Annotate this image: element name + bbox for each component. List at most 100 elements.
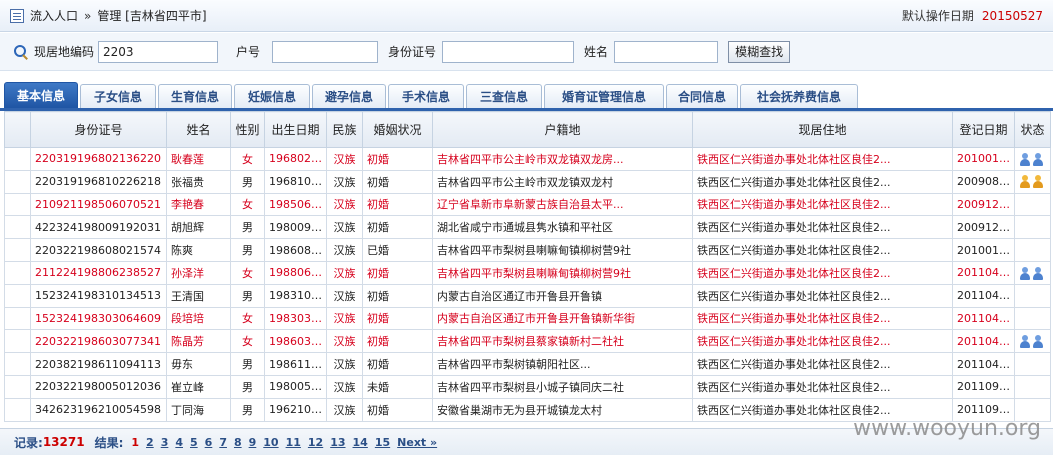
row-select-cell[interactable]: [4, 306, 31, 331]
page-link[interactable]: 13: [330, 436, 345, 449]
header-hukou[interactable]: 户籍地: [432, 111, 693, 148]
table-row[interactable]: 422324198009192031 胡旭辉男 19800919 汉族 初婚 湖北省咸宁市…: [4, 215, 1051, 240]
row-select-cell[interactable]: [4, 238, 31, 262]
household-number-input[interactable]: [272, 40, 379, 63]
id-number-input[interactable]: [442, 40, 575, 63]
table-row[interactable]: 152324198303064609 段培培女 19830306 汉族 初婚 内蒙古自治区…: [4, 306, 1051, 331]
user-status-icon[interactable]: [1019, 175, 1031, 189]
row-select-cell[interactable]: [4, 329, 31, 354]
cell-name: 崔立峰: [166, 374, 231, 399]
cell-hukou: 内蒙古自治区通辽市开鲁县开鲁镇: [432, 283, 693, 308]
user-status-icon[interactable]: [1019, 152, 1031, 166]
cell-ethnicity: 汉族: [326, 397, 363, 422]
page-link[interactable]: 2: [146, 436, 154, 449]
table-row[interactable]: 210921198506070521 李艳春女 19850607 汉族 初婚 辽宁省阜新市…: [4, 192, 1051, 217]
header-name[interactable]: 姓名: [166, 111, 231, 148]
cell-name: 毋东: [166, 352, 231, 376]
table-row[interactable]: 152324198310134513 王清国男 19831013 汉族 初婚 内蒙古自治区…: [4, 283, 1051, 308]
page-link[interactable]: 8: [234, 436, 242, 449]
table-row[interactable]: 220322198608021574 陈爽男 19860802 汉族 已婚 吉林省四平市梨…: [4, 238, 1051, 262]
row-select-cell[interactable]: [4, 192, 31, 217]
cell-birth-date: 19680213: [264, 147, 327, 171]
row-select-cell[interactable]: [4, 147, 31, 171]
user-status-icon[interactable]: [1019, 335, 1031, 349]
row-select-cell[interactable]: [4, 374, 31, 399]
document-icon: [10, 8, 24, 23]
cell-ethnicity: 汉族: [326, 374, 363, 399]
page-link[interactable]: 7: [219, 436, 227, 449]
user-status-icon[interactable]: [1019, 266, 1031, 280]
user-status-icon[interactable]: [1032, 152, 1044, 166]
header-gender[interactable]: 性别: [230, 111, 265, 148]
cell-gender: 男: [230, 238, 265, 262]
row-select-cell[interactable]: [4, 169, 31, 194]
table-row[interactable]: 220319196802136220 耿春莲女 19680213 汉族 初婚 吉林省四平市…: [4, 147, 1051, 171]
page-link[interactable]: 9: [249, 436, 257, 449]
header-register-date[interactable]: 登记日期: [952, 111, 1015, 148]
page-link[interactable]: 1: [131, 436, 139, 449]
cell-marital-status: 初婚: [362, 306, 433, 331]
cell-residence: 铁西区仁兴街道办事处北体社区良佳2...: [692, 283, 953, 308]
row-select-cell[interactable]: [4, 352, 31, 376]
cell-name: 段培培: [166, 306, 231, 331]
header-marital-status[interactable]: 婚姻状况: [362, 111, 433, 148]
tab-contract-info[interactable]: 合同信息: [666, 84, 738, 108]
cell-birth-date: 19850607: [264, 192, 327, 217]
header-id-number[interactable]: 身份证号: [30, 111, 167, 148]
cell-id-number: 152324198310134513: [30, 283, 167, 308]
page-link[interactable]: 5: [190, 436, 198, 449]
default-date-label: 默认操作日期: [901, 9, 974, 23]
row-select-cell[interactable]: [4, 215, 31, 240]
table-row[interactable]: 220322198603077341 陈晶芳女 19860307 汉族 初婚 吉林省四平市…: [4, 329, 1051, 354]
tab-marriage-cert-info[interactable]: 婚育证管理信息: [544, 84, 664, 108]
header-birth-date[interactable]: 出生日期: [264, 111, 327, 148]
page-link[interactable]: 3: [161, 436, 169, 449]
cell-ethnicity: 汉族: [326, 283, 363, 308]
search-icon: [14, 44, 28, 59]
cell-name: 陈爽: [166, 238, 231, 262]
table-row[interactable]: 220319196810226218 张福贵男 19681022 汉族 初婚 吉林省四平市…: [4, 169, 1051, 194]
cell-id-number: 342623196210054598: [30, 397, 167, 422]
tab-children-info[interactable]: 子女信息: [80, 84, 156, 108]
cell-gender: 男: [230, 397, 265, 422]
page-link[interactable]: 10: [263, 436, 278, 449]
tab-check-info[interactable]: 三查信息: [466, 84, 542, 108]
page-link[interactable]: 15: [375, 436, 390, 449]
tab-basic-info[interactable]: 基本信息: [4, 82, 78, 108]
table-row[interactable]: 220382198611094113 毋东男 19861109 汉族 初婚 吉林省四平市梨…: [4, 352, 1051, 376]
cell-birth-date: 19800919: [264, 215, 327, 240]
tab-social-fee-info[interactable]: 社会抚养费信息: [740, 84, 858, 108]
page-link[interactable]: 6: [205, 436, 213, 449]
header-status[interactable]: 状态: [1014, 111, 1051, 148]
row-select-cell[interactable]: [4, 397, 31, 422]
cell-gender: 男: [230, 215, 265, 240]
residence-code-input[interactable]: [98, 40, 219, 63]
tab-contraception-info[interactable]: 避孕信息: [312, 84, 386, 108]
page-link[interactable]: 12: [308, 436, 323, 449]
page-link[interactable]: 4: [175, 436, 183, 449]
user-status-icon[interactable]: [1032, 335, 1044, 349]
header-ethnicity[interactable]: 民族: [326, 111, 363, 148]
table-row[interactable]: 211224198806238527 孙泽洋女 19880623 汉族 初婚 吉林省四平市…: [4, 260, 1051, 285]
cell-status: [1014, 215, 1051, 240]
header-select-column: [4, 111, 31, 148]
page-link[interactable]: 11: [286, 436, 301, 449]
row-select-cell[interactable]: [4, 283, 31, 308]
tab-pregnancy-info[interactable]: 妊娠信息: [234, 84, 310, 108]
fuzzy-search-button[interactable]: 模糊查找: [728, 40, 791, 63]
cell-id-number: 210921198506070521: [30, 192, 167, 217]
user-status-icon[interactable]: [1032, 266, 1044, 280]
cell-status: [1014, 352, 1051, 376]
user-status-icon[interactable]: [1032, 175, 1044, 189]
tab-surgery-info[interactable]: 手术信息: [388, 84, 464, 108]
cell-gender: 男: [230, 169, 265, 194]
page-link[interactable]: 14: [353, 436, 368, 449]
row-select-cell[interactable]: [4, 260, 31, 285]
name-input[interactable]: [614, 40, 719, 63]
header-residence[interactable]: 现居住地: [692, 111, 953, 148]
next-page-link[interactable]: Next »: [397, 436, 437, 449]
cell-ethnicity: 汉族: [326, 169, 363, 194]
cell-residence: 铁西区仁兴街道办事处北体社区良佳2...: [692, 329, 953, 354]
table-row[interactable]: 220322198005012036 崔立峰男 19800501 汉族 未婚 吉林省四平市…: [4, 374, 1051, 399]
tab-birth-info[interactable]: 生育信息: [158, 84, 232, 108]
